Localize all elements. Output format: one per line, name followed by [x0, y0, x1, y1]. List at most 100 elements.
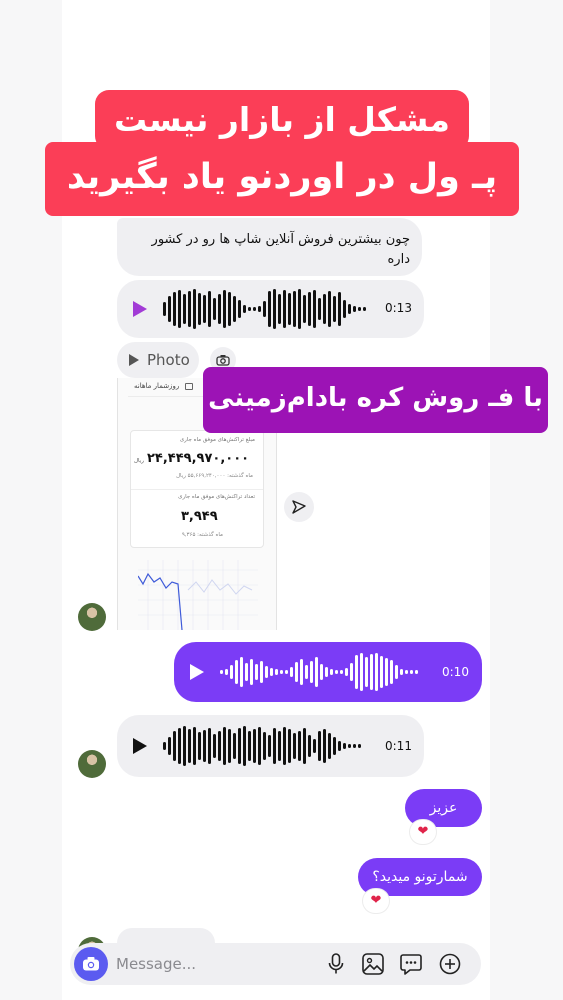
- voice-message-incoming-1[interactable]: 0:13: [117, 280, 424, 338]
- avatar[interactable]: [78, 603, 106, 631]
- waveform[interactable]: [163, 726, 361, 766]
- waveform-bar: [288, 729, 291, 763]
- stat-value-amount: ۲۴,۴۴۹,۹۷۰,۰۰۰: [147, 451, 250, 466]
- waveform-bar: [395, 665, 398, 679]
- waveform-bar: [283, 727, 286, 765]
- waveform-bar: [208, 291, 211, 327]
- waveform-bar: [218, 294, 221, 324]
- heart-icon[interactable]: ❤: [410, 820, 436, 844]
- waveform-bar: [280, 670, 283, 674]
- plus-icon[interactable]: [438, 952, 462, 976]
- waveform-bar: [248, 307, 251, 311]
- waveform-bar: [268, 291, 271, 327]
- waveform-bar: [358, 744, 361, 748]
- message-text: شمارتونو میدید؟: [372, 869, 468, 885]
- waveform-bar: [293, 291, 296, 327]
- waveform-bar: [270, 668, 273, 676]
- waveform-bar: [385, 658, 388, 686]
- waveform-bar: [213, 298, 216, 320]
- camera-button[interactable]: [74, 947, 108, 981]
- waveform-bar: [313, 739, 316, 753]
- photo-label: Photo: [147, 351, 190, 369]
- waveform-bar: [328, 291, 331, 327]
- waveform-bar: [345, 668, 348, 676]
- play-icon[interactable]: [133, 301, 147, 317]
- waveform-bar: [285, 670, 288, 674]
- voice-duration: 0:13: [385, 301, 412, 315]
- headline-line-2: پـ ول در اوردنو یاد بگیرید: [45, 142, 519, 216]
- waveform-bar: [365, 657, 368, 687]
- stat-sub-count: ماه گذشته: ۹,۳۶۵: [181, 532, 223, 538]
- waveform-bar: [335, 670, 338, 674]
- waveform-bar: [330, 669, 333, 675]
- waveform-bar: [213, 734, 216, 758]
- waveform-bar: [380, 656, 383, 688]
- incoming-text-message[interactable]: چون بیشترین فروش آنلاین شاپ ها رو در کشو…: [117, 218, 422, 276]
- waveform-bar: [353, 744, 356, 748]
- waveform-bar: [188, 729, 191, 763]
- waveform-bar: [293, 733, 296, 759]
- waveform-bar: [208, 728, 211, 764]
- waveform-bar: [298, 289, 301, 329]
- waveform-bar: [250, 659, 253, 685]
- waveform-bar: [343, 300, 346, 318]
- voice-message-outgoing[interactable]: 0:10: [174, 642, 482, 702]
- waveform-bar: [358, 307, 361, 311]
- waveform-bar: [340, 670, 343, 674]
- waveform[interactable]: [163, 289, 366, 329]
- message-input[interactable]: [116, 949, 306, 979]
- waveform-bar: [350, 663, 353, 681]
- screenshot-header: روزشمار ماهانه: [134, 382, 194, 390]
- waveform-bar: [318, 731, 321, 761]
- send-icon[interactable]: [284, 492, 314, 522]
- waveform-bar: [278, 731, 281, 761]
- message-text: چون بیشترین فروش آنلاین شاپ ها رو در کشو…: [151, 232, 410, 267]
- waveform-bar: [370, 654, 373, 690]
- heart-icon[interactable]: ❤: [363, 889, 389, 913]
- voice-message-incoming-2[interactable]: 0:11: [117, 715, 424, 777]
- waveform-bar: [273, 728, 276, 764]
- waveform-bar: [203, 730, 206, 762]
- stat-sub-amount: ماه گذشته: ۵۵,۶۶۹,۲۴۰,۰۰۰ ریال: [176, 473, 253, 479]
- play-icon[interactable]: [190, 664, 204, 680]
- play-icon[interactable]: [133, 738, 147, 754]
- gallery-icon[interactable]: [361, 952, 385, 976]
- caption-banner: با فـ روش کره بادام‌زمینی: [203, 367, 548, 433]
- avatar[interactable]: [78, 750, 106, 778]
- voice-duration: 0:11: [385, 739, 412, 753]
- waveform-bar: [260, 661, 263, 683]
- play-icon: [129, 354, 139, 366]
- sticker-icon[interactable]: [399, 952, 423, 976]
- waveform-bar: [198, 732, 201, 760]
- waveform-bar: [245, 663, 248, 681]
- waveform-bar: [310, 661, 313, 683]
- waveform-bar: [353, 306, 356, 312]
- waveform-bar: [225, 669, 228, 675]
- waveform-bar: [273, 289, 276, 329]
- waveform-bar: [343, 743, 346, 749]
- waveform-bar: [360, 653, 363, 691]
- waveform[interactable]: [220, 652, 418, 692]
- waveform-bar: [253, 729, 256, 763]
- waveform-bar: [173, 731, 176, 761]
- waveform-bar: [308, 292, 311, 326]
- waveform-bar: [300, 659, 303, 685]
- photo-reply-button[interactable]: Photo: [117, 342, 199, 378]
- waveform-bar: [255, 664, 258, 680]
- waveform-bar: [243, 305, 246, 313]
- waveform-bar: [288, 293, 291, 325]
- waveform-bar: [410, 670, 413, 674]
- waveform-bar: [193, 727, 196, 765]
- waveform-bar: [263, 732, 266, 760]
- waveform-bar: [228, 729, 231, 763]
- waveform-bar: [258, 306, 261, 312]
- message-composer[interactable]: [70, 943, 481, 985]
- waveform-bar: [263, 301, 266, 317]
- waveform-bar: [325, 667, 328, 677]
- waveform-bar: [163, 302, 166, 316]
- waveform-bar: [323, 294, 326, 324]
- waveform-bar: [248, 731, 251, 761]
- waveform-bar: [238, 300, 241, 318]
- waveform-bar: [390, 660, 393, 684]
- microphone-icon[interactable]: [324, 952, 348, 976]
